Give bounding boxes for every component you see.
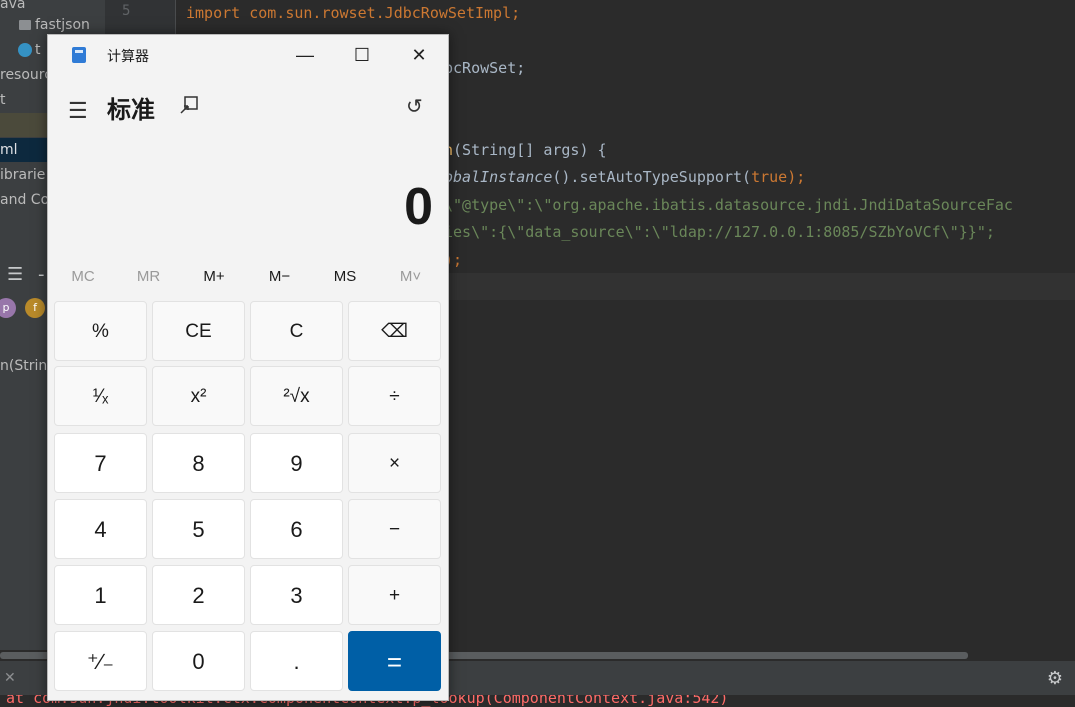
project-tree-label: resourc bbox=[0, 67, 52, 83]
project-tree-label: t bbox=[0, 92, 6, 108]
memory-button[interactable]: M˅ bbox=[381, 268, 441, 285]
project-tree-item[interactable]: ibrarie bbox=[0, 163, 45, 187]
digit-7-button[interactable]: 7 bbox=[54, 433, 147, 493]
memory-button[interactable]: MC bbox=[53, 268, 113, 285]
close-icon[interactable]: ✕ bbox=[4, 670, 16, 686]
memory-button[interactable]: MS bbox=[315, 268, 375, 285]
backspace-button[interactable]: ⌫ bbox=[348, 301, 441, 361]
true-keyword: true bbox=[751, 168, 788, 186]
project-tree-item[interactable]: n(Strin bbox=[0, 354, 47, 378]
json-string-1: \"@type\":\"org.apache.ibatis.datasource… bbox=[444, 196, 1013, 214]
class-icon bbox=[18, 43, 32, 57]
memory-button[interactable]: M+ bbox=[184, 268, 244, 285]
static-call: obalInstance bbox=[444, 168, 553, 186]
project-tree-label: and Co bbox=[0, 192, 50, 208]
clear-button[interactable]: C bbox=[250, 301, 343, 361]
code-line-2: bcRowSet; bbox=[444, 59, 526, 77]
call-rest: ().setAutoTypeSupport( bbox=[552, 168, 752, 186]
keep-on-top-icon[interactable] bbox=[180, 96, 198, 114]
call-end: ); bbox=[787, 168, 806, 186]
mode-title: 标准 bbox=[107, 97, 155, 124]
field-badge: f bbox=[25, 298, 45, 318]
digit-2-button[interactable]: 2 bbox=[152, 565, 245, 625]
code-line-5: \"@type\":\"org.apache.ibatis.datasource… bbox=[444, 195, 1013, 215]
project-tree-label: n(Strin bbox=[0, 358, 48, 374]
memory-button[interactable]: MR bbox=[119, 268, 179, 285]
result-display: 0 bbox=[404, 178, 433, 236]
project-tree-item[interactable]: t bbox=[0, 38, 41, 62]
square-root-button[interactable]: ²√x bbox=[250, 366, 343, 426]
import-line: import com.sun.rowset.JdbcRowSetImpl; bbox=[186, 4, 521, 22]
memory-button[interactable]: M− bbox=[250, 268, 310, 285]
project-tree-label: t bbox=[35, 42, 41, 58]
window-title: 计算器 bbox=[107, 48, 149, 64]
method-signature: (String[] args) { bbox=[453, 141, 607, 159]
digit-4-button[interactable]: 4 bbox=[54, 499, 147, 559]
code-line-3: n(String[] args) { bbox=[444, 140, 607, 160]
minimize-button[interactable]: — bbox=[282, 38, 328, 72]
calculator-app-icon bbox=[72, 47, 86, 63]
divide-button[interactable]: ÷ bbox=[348, 366, 441, 426]
percent-button[interactable]: % bbox=[54, 301, 147, 361]
digit-0-button[interactable]: 0 bbox=[152, 631, 245, 691]
negate-button[interactable]: ⁺∕₋ bbox=[54, 631, 147, 691]
add-button[interactable]: + bbox=[348, 565, 441, 625]
project-tree-label: ava bbox=[0, 0, 26, 12]
project-tree-item[interactable]: t bbox=[0, 88, 6, 112]
square-button[interactable]: x² bbox=[152, 366, 245, 426]
decimal-button[interactable]: . bbox=[250, 631, 343, 691]
digit-6-button[interactable]: 6 bbox=[250, 499, 343, 559]
digit-1-button[interactable]: 1 bbox=[54, 565, 147, 625]
digit-3-button[interactable]: 3 bbox=[250, 565, 343, 625]
project-tree-item[interactable]: resourc bbox=[0, 63, 52, 87]
clear-entry-button[interactable]: CE bbox=[152, 301, 245, 361]
code-line-4: obalInstance().setAutoTypeSupport(true); bbox=[444, 167, 805, 187]
title-bar: 计算器 — ☐ ✕ bbox=[48, 35, 448, 75]
code-line-1: import com.sun.rowset.JdbcRowSetImpl; bbox=[186, 3, 520, 23]
reciprocal-button[interactable]: ¹⁄ₓ bbox=[54, 366, 147, 426]
history-icon[interactable]: ↺ bbox=[406, 94, 423, 119]
folder-icon bbox=[19, 20, 31, 30]
project-tree-item[interactable]: and Co bbox=[0, 188, 49, 212]
menu-icon[interactable]: ☰ bbox=[68, 98, 88, 124]
collapse-all-icon[interactable]: ☰ bbox=[7, 264, 23, 285]
close-button[interactable]: ✕ bbox=[396, 38, 442, 72]
property-badge: p bbox=[0, 298, 16, 318]
project-tree-label: ml bbox=[0, 142, 18, 158]
line-number: 5 bbox=[122, 3, 131, 19]
json-string-2: ies\":{\"data_source\":\"ldap://127.0.0.… bbox=[444, 223, 995, 241]
digit-8-button[interactable]: 8 bbox=[152, 433, 245, 493]
digit-9-button[interactable]: 9 bbox=[250, 433, 343, 493]
gear-icon[interactable]: ⚙ bbox=[1047, 668, 1063, 689]
project-tree-label: ibrarie bbox=[0, 167, 46, 183]
project-tree-label: fastjson bbox=[35, 17, 90, 33]
calculator-window: 计算器 — ☐ ✕ ☰ 标准 ↺ 0 MC MR M+ M− MS M˅ % CE C ⌫ ¹⁄ₓ… bbox=[47, 34, 449, 701]
expand-icon[interactable]: - bbox=[38, 264, 45, 285]
multiply-button[interactable]: × bbox=[348, 433, 441, 493]
digit-5-button[interactable]: 5 bbox=[152, 499, 245, 559]
equals-button[interactable]: = bbox=[348, 631, 441, 691]
maximize-button[interactable]: ☐ bbox=[339, 38, 385, 72]
code-line-6: ies\":{\"data_source\":\"ldap://127.0.0.… bbox=[444, 222, 995, 242]
subtract-button[interactable]: − bbox=[348, 499, 441, 559]
